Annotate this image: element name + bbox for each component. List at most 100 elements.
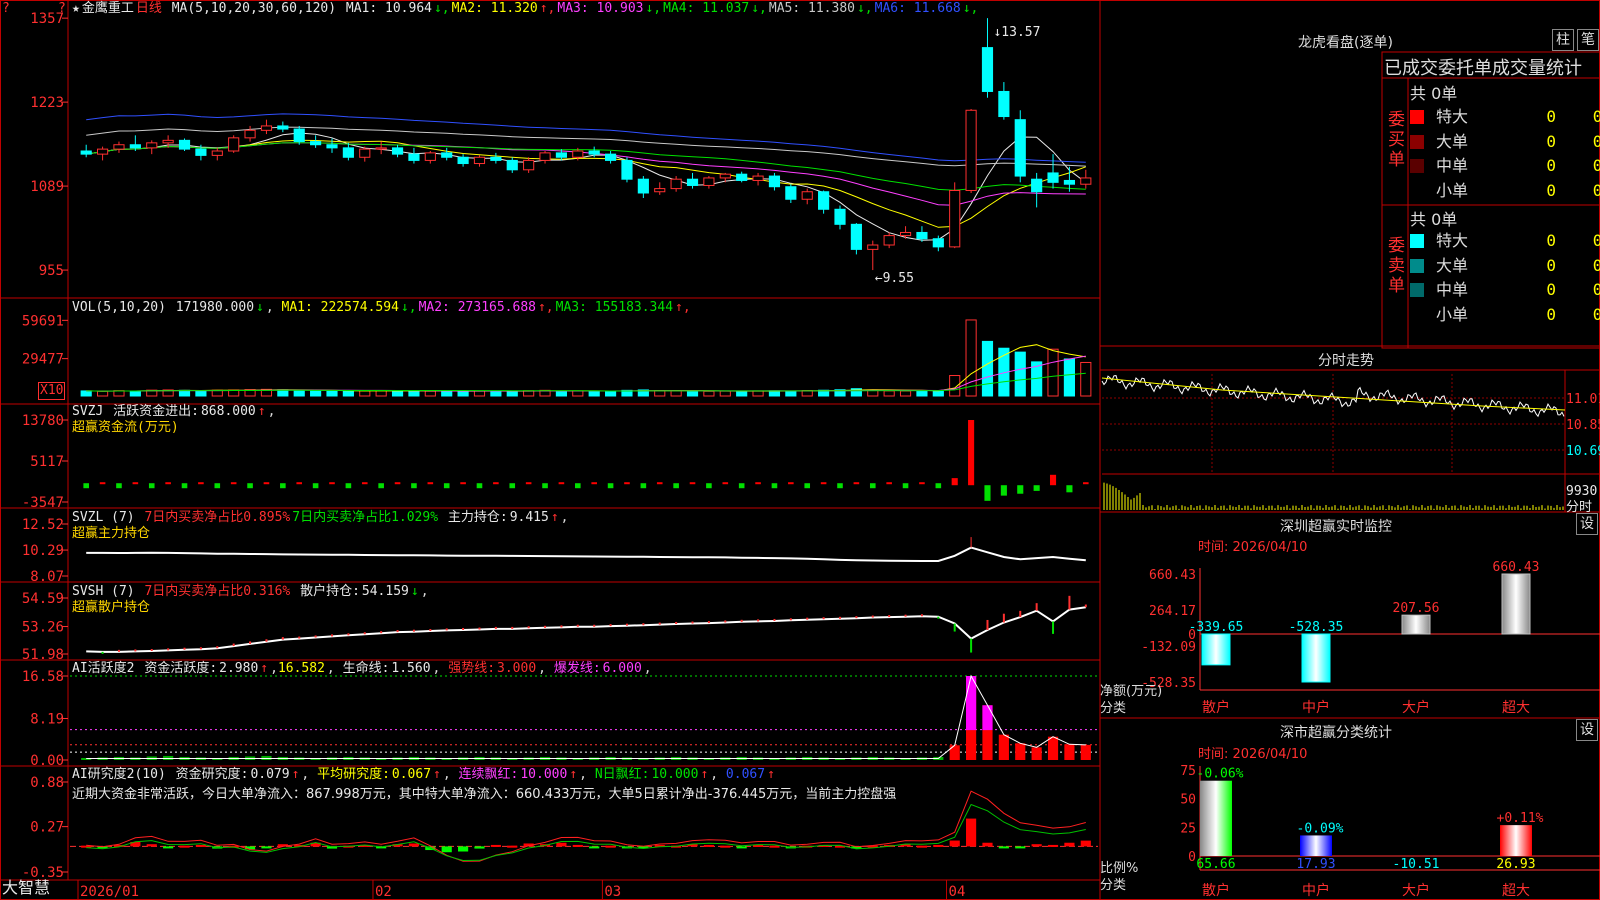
sz-monitor-cat-label: 散户	[1202, 699, 1230, 716]
candle-body	[523, 159, 535, 171]
svsh-axis-label: 51.98	[22, 647, 64, 663]
ai-act-v1: 2.980	[219, 661, 259, 676]
candle-body	[1031, 178, 1043, 193]
ai-act-v5: 6.000	[602, 661, 642, 676]
vol-ma-legend-3: MA3: 155183.344	[555, 300, 674, 315]
candle-body	[408, 153, 420, 161]
ai-act-name: AI活跃度2	[72, 661, 135, 676]
candle-body	[293, 128, 305, 143]
ai-res-bar	[490, 844, 501, 847]
ai-res-l3: 连续飘红:	[458, 767, 519, 782]
sz-class-change-label: +0.11%	[1497, 811, 1544, 826]
svsh-value: 54.159	[361, 584, 409, 599]
volume-bar	[97, 390, 109, 397]
volume-bar	[719, 390, 731, 397]
svzj-bar	[361, 482, 368, 485]
sell-row: 小单 0 0%	[1410, 303, 1600, 327]
bar-view-button[interactable]: 柱	[1552, 29, 1574, 51]
candle-body	[195, 148, 207, 156]
svzj-sub: 超赢资金流(万元)	[72, 420, 179, 435]
candle-body	[244, 129, 256, 139]
ma-legend-6: MA6: 11.668	[874, 1, 961, 16]
svzj-bar	[869, 483, 876, 489]
sz-monitor-cat-label: 中户	[1302, 699, 1330, 716]
ma-legend-arrow-5: ↓,	[856, 1, 873, 16]
ai-act-bar	[1015, 743, 1026, 760]
sz-class-cat-label: 散户	[1202, 882, 1230, 899]
volume-bar	[752, 390, 764, 397]
volume-bar	[654, 390, 666, 397]
svzj-bar	[263, 482, 270, 485]
volume-bar	[686, 390, 699, 397]
candle-body	[457, 156, 469, 165]
sz-class-cat-label: 超大	[1502, 883, 1530, 899]
ai-act-bar	[261, 755, 272, 760]
ai-res-a4: ↑	[700, 767, 709, 782]
sell-swatch	[1410, 234, 1424, 248]
ai-res-bar	[146, 844, 157, 847]
sz-class-value-label: 26.93	[1496, 857, 1535, 872]
svzj-bar	[804, 483, 811, 489]
candle-body	[391, 147, 404, 155]
tick-view-button[interactable]: 笔	[1577, 29, 1599, 51]
sell-row: 中单 0 0%	[1410, 278, 1600, 302]
sz-monitor-time: 时间: 2026/04/10	[1198, 540, 1308, 555]
vol-unit: X10	[38, 382, 66, 400]
ai-res-bar	[163, 846, 174, 849]
svsh-sub: 超赢散户持仓	[72, 600, 151, 615]
svzl-l3: 主力持仓:	[447, 510, 508, 525]
sz-monitor-axis-label: -132.09	[1141, 640, 1196, 655]
ai-res-bar	[769, 845, 780, 848]
sz-class-settings-button[interactable]: 设	[1576, 719, 1598, 741]
sell-count: 0	[1546, 255, 1556, 275]
ai-act-l3: 生命线:	[342, 661, 390, 676]
candle-body	[441, 152, 453, 158]
candle-body	[932, 238, 944, 248]
sz-monitor-settings-button[interactable]: 设	[1576, 513, 1598, 535]
buy-count: 0	[1546, 107, 1556, 126]
svsh-arrow: ↓	[410, 584, 419, 599]
svzj-bar	[656, 482, 663, 485]
red-marker-left: ?	[2, 1, 10, 16]
volume-bar	[211, 389, 223, 397]
buy-count: 0	[1546, 180, 1556, 200]
svzl-l2: 7日内买卖净占比1.029%	[292, 510, 439, 525]
vol-ma-legend-arrow-2: ↑,	[537, 300, 554, 315]
candle-body	[473, 156, 486, 165]
sz-class-axis-label: 0	[1188, 850, 1196, 865]
svzl-l1: 7日内买卖净占比0.895%	[144, 510, 291, 525]
volume-bar	[506, 390, 518, 397]
svzj-bar	[591, 482, 597, 485]
candle-body	[768, 175, 781, 188]
sz-monitor-cat-label: 超大	[1502, 700, 1530, 716]
ai-res-v2: 0.067	[391, 767, 432, 782]
ai-act-legend: AI活跃度2 资金活跃度: 2.980 ↑ ,16.582, 生命线: 1.560, 强…	[72, 661, 652, 676]
period-label[interactable]: 日线	[136, 1, 162, 16]
vol-axis-label: 29477	[22, 352, 64, 368]
sz-class-bar	[1300, 835, 1332, 856]
svzj-bar	[1083, 482, 1089, 485]
svzj-bar	[83, 483, 89, 489]
ai-res-bar	[195, 844, 206, 847]
sell-name: 中单	[1436, 280, 1469, 299]
ai-res-bar	[966, 818, 977, 847]
sz-monitor-xlabel: 分类	[1100, 701, 1127, 716]
candle-body	[1014, 119, 1026, 177]
svzj-bar	[427, 482, 434, 485]
intraday-title: 分时走势	[1318, 353, 1374, 369]
ai-act-v4: 3.000	[497, 661, 537, 676]
svzj-name: SVZJ	[72, 404, 104, 419]
ai-res-legend: AI研究度2(10) 资金研究度: 0.079 ↑, 平均研究度: 0.067 ↑, 连…	[72, 767, 775, 782]
volume-bar	[572, 390, 584, 397]
candle-body	[146, 142, 158, 149]
price-low-label: ←9.55	[875, 271, 914, 286]
ma-legend-4: MA4: 11.037	[663, 1, 750, 16]
volume-bar	[1047, 348, 1059, 397]
volume-bar	[359, 390, 371, 397]
ai-res-bar	[933, 844, 944, 847]
ai-res-a1: ↑	[291, 767, 300, 782]
svzj-bar	[542, 483, 548, 489]
favorite-star-icon[interactable]: ★	[72, 1, 80, 16]
ai-res-bar	[474, 846, 485, 849]
buy-swatch	[1410, 110, 1424, 124]
